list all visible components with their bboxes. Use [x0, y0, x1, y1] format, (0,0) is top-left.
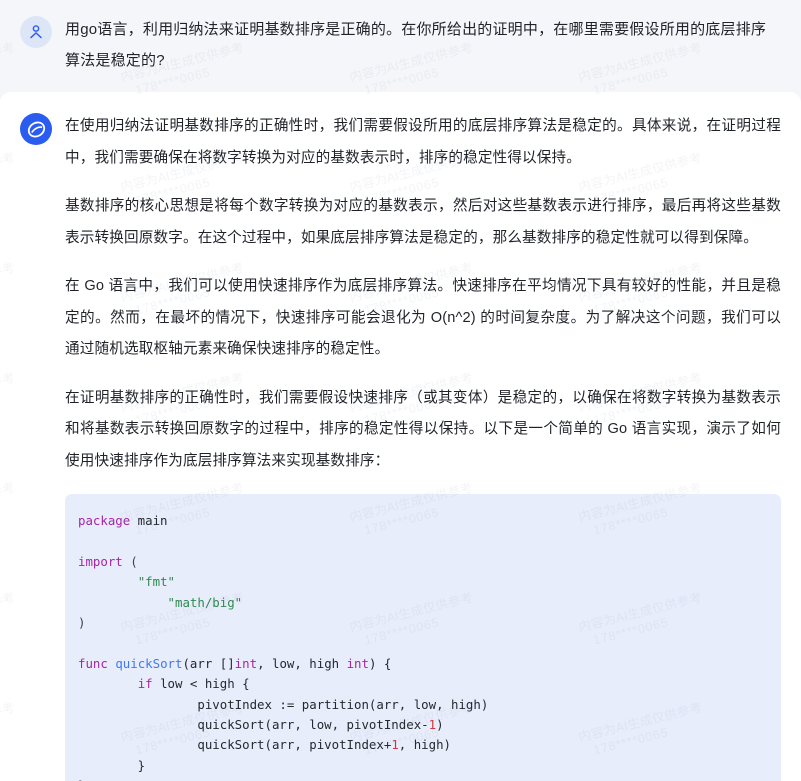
answer-paragraph: 基数排序的核心思想是将每个数字转换为对应的基数表示，然后对这些基数表示进行排序，…	[65, 198, 781, 246]
answer-paragraph: 在证明基数排序的正确性时，我们需要假设快速排序（或其变体）是稳定的，以确保在将数…	[65, 389, 781, 469]
code-token: (	[130, 553, 138, 569]
question-text: 用go语言，利用归纳法来证明基数排序是正确的。在你所给出的证明中，在哪里需要假设…	[65, 21, 767, 69]
code-token: int	[234, 655, 258, 671]
chat-transcript-page: 用go语言，利用归纳法来证明基数排序是正确的。在你所给出的证明中，在哪里需要假设…	[0, 0, 801, 781]
code-token: package	[78, 513, 131, 528]
code-token: main	[130, 513, 168, 528]
code-token: quickSort	[115, 655, 183, 671]
answer-body: 在使用归纳法证明基数排序的正确性时，我们需要假设所用的底层排序算法是稳定的。具体…	[65, 110, 781, 781]
answer-paragraph: 在 Go 语言中，我们可以使用快速排序作为底层排序算法。快速排序在平均情况下具有…	[65, 278, 781, 357]
code-token: ) {	[368, 655, 392, 671]
code-token: )	[436, 717, 444, 733]
code-token: "math/big"	[167, 594, 243, 610]
question-message: 用go语言，利用归纳法来证明基数排序是正确的。在你所给出的证明中，在哪里需要假设…	[0, 0, 801, 92]
code-token: 1	[391, 737, 399, 753]
code-token: }	[78, 757, 146, 773]
code-token: import	[78, 553, 123, 569]
code-token: , high)	[398, 737, 451, 753]
code-token: func	[78, 655, 108, 671]
code-token: if	[137, 676, 153, 692]
user-person-icon	[30, 25, 42, 39]
code-token: (arr []	[182, 655, 235, 671]
answer-paragraph: 在使用归纳法证明基数排序的正确性时，我们需要假设所用的底层排序算法是稳定的。具体…	[65, 118, 781, 166]
code-token: int	[346, 655, 369, 671]
answer-message: 在使用归纳法证明基数排序的正确性时，我们需要假设所用的底层排序算法是稳定的。具体…	[0, 92, 801, 781]
code-content: package main import ( "fmt" "math/big" )…	[78, 511, 765, 781]
code-token: pivotIndex := partition(arr, low, high)	[78, 696, 489, 712]
code-token: quickSort(arr, low, pivotIndex-	[78, 717, 429, 733]
user-avatar	[20, 16, 52, 48]
code-block: package main import ( "fmt" "math/big" )…	[65, 494, 781, 781]
code-token: )	[78, 615, 86, 631]
assistant-avatar	[20, 113, 52, 145]
code-token: low < high {	[152, 676, 250, 692]
code-token: "fmt"	[137, 574, 175, 590]
code-token: quickSort(arr, pivotIndex+	[78, 737, 392, 753]
code-token: , low, high	[257, 655, 347, 671]
assistant-swirl-icon	[27, 121, 45, 137]
code-token: 1	[428, 717, 437, 733]
